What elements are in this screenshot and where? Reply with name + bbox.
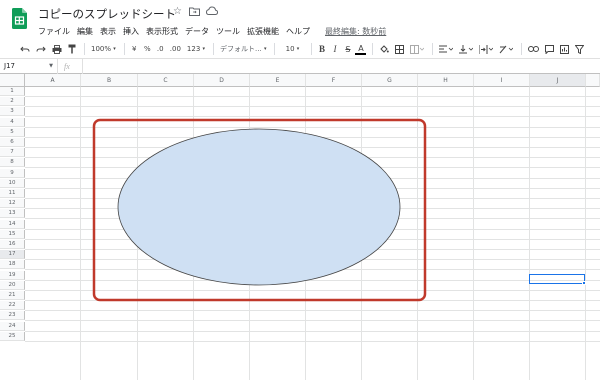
ellipse-shape[interactable] (117, 128, 401, 286)
undo-icon[interactable] (18, 42, 32, 56)
toolbar-divider (274, 43, 276, 55)
borders-icon[interactable] (393, 42, 406, 56)
font-size-select[interactable]: 10 ▾ (279, 42, 305, 56)
sheets-logo-icon[interactable] (12, 8, 27, 29)
zoom-value: 100% (91, 45, 112, 53)
decrease-decimal-button[interactable]: .0 (155, 42, 166, 56)
insert-link-icon[interactable] (526, 42, 541, 56)
italic-button[interactable]: I (329, 42, 340, 56)
menu-edit[interactable]: 編集 (77, 26, 93, 37)
text-color-button[interactable]: A (355, 44, 367, 55)
chevron-down-icon: ▾ (113, 46, 116, 52)
insert-chart-icon[interactable] (558, 42, 571, 56)
paint-format-icon[interactable] (66, 42, 78, 56)
top-bar: コピーのスプレッドシート ☆ ファイル 編集 表示 挿入 表示形式 データ ツー… (0, 0, 600, 40)
redo-icon[interactable] (34, 42, 48, 56)
name-box[interactable]: J17 ▼ (0, 59, 58, 74)
text-rotation-icon[interactable] (497, 42, 515, 56)
selected-cell[interactable] (529, 274, 585, 284)
toolbar-divider (213, 43, 215, 55)
last-edit-link[interactable]: 最終編集: 数秒前 (325, 26, 386, 37)
menu-tools[interactable]: ツール (216, 26, 240, 37)
toolbar-divider (432, 43, 434, 55)
chevron-down-icon: ▾ (202, 46, 206, 52)
fx-icon: fx (64, 62, 70, 71)
chevron-down-icon: ▼ (49, 63, 53, 69)
filter-icon[interactable] (573, 42, 586, 56)
menu-help[interactable]: ヘルプ (286, 26, 310, 37)
document-title[interactable]: コピーのスプレッドシート (38, 6, 176, 22)
menu-bar: ファイル 編集 表示 挿入 表示形式 データ ツール 拡張機能 ヘルプ 最終編集… (38, 26, 386, 37)
name-box-value: J17 (4, 62, 15, 70)
toolbar: 100% ▾ ¥ % .0 .00 123 ▾ デフォルト... ▾ 10 ▾ … (0, 40, 600, 58)
horizontal-align-icon[interactable] (437, 42, 455, 56)
toolbar-divider (521, 43, 523, 55)
toolbar-divider (123, 43, 125, 55)
fill-color-icon[interactable] (377, 42, 391, 56)
more-formats-select[interactable]: 123 ▾ (185, 42, 207, 56)
strikethrough-button[interactable]: S (342, 42, 353, 56)
menu-insert[interactable]: 挿入 (123, 26, 139, 37)
toolbar-divider (84, 43, 85, 55)
increase-decimal-button[interactable]: .00 (168, 42, 183, 56)
formula-input[interactable] (82, 59, 600, 74)
text-wrap-icon[interactable] (477, 42, 495, 56)
menu-view[interactable]: 表示 (100, 26, 116, 37)
title-icons: ☆ (172, 6, 219, 17)
star-icon[interactable]: ☆ (172, 6, 183, 17)
percent-format-button[interactable]: % (142, 42, 153, 56)
font-size-value: 10 (285, 45, 295, 53)
vertical-align-icon[interactable] (457, 42, 475, 56)
spreadsheet-grid[interactable]: A B C D E F G H I J 1 2 3 4 5 6 7 8 9 10 11 12 13 14 15 16 17 18 19 2… (0, 74, 600, 380)
formula-bar: J17 ▼ fx (0, 58, 600, 74)
menu-extensions[interactable]: 拡張機能 (247, 26, 279, 37)
font-family-value: デフォルト... (220, 45, 262, 53)
cloud-status-icon[interactable] (205, 6, 219, 17)
currency-format-button[interactable]: ¥ (129, 42, 140, 56)
print-icon[interactable] (50, 42, 64, 56)
move-to-folder-icon[interactable] (189, 6, 200, 17)
fill-handle[interactable] (582, 281, 586, 285)
drawing-layer (92, 118, 427, 302)
chevron-down-icon: ▾ (296, 46, 300, 52)
bold-button[interactable]: B (316, 42, 327, 56)
merge-cells-icon[interactable] (408, 42, 426, 56)
menu-data[interactable]: データ (185, 26, 209, 37)
menu-format[interactable]: 表示形式 (146, 26, 178, 37)
toolbar-divider (372, 43, 374, 55)
more-formats-label: 123 (186, 45, 201, 53)
zoom-select[interactable]: 100% ▾ (89, 42, 118, 56)
insert-comment-icon[interactable] (543, 42, 556, 56)
menu-file[interactable]: ファイル (38, 26, 70, 37)
chevron-down-icon: ▾ (263, 46, 267, 52)
font-family-select[interactable]: デフォルト... ▾ (218, 42, 268, 56)
toolbar-divider (311, 43, 313, 55)
